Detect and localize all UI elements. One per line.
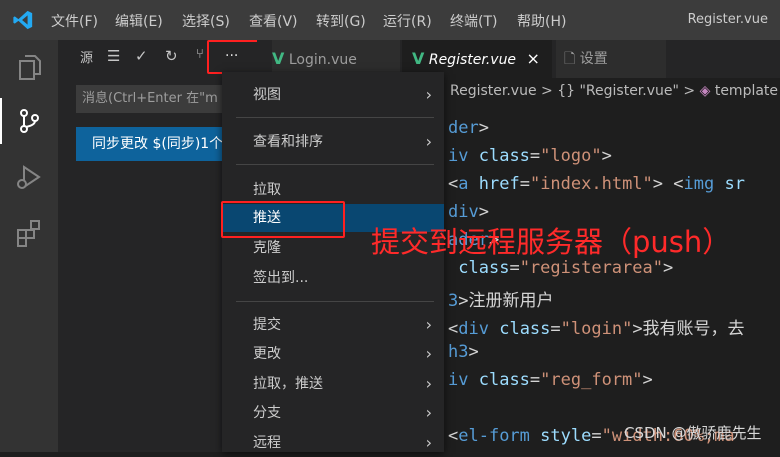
code-line: iv class="logo"> xyxy=(448,146,612,166)
menu-item-label: 拉取，推送 xyxy=(253,376,323,392)
menu-item-remote[interactable]: 远程 › xyxy=(222,429,444,457)
vue-icon: V xyxy=(272,49,285,68)
extensions-icon[interactable] xyxy=(14,218,44,248)
title-bar: 文件(F) 编辑(E) 选择(S) 查看(V) 转到(G) 运行(R) 终端(T… xyxy=(0,0,780,40)
menu-item-label: 拉取 xyxy=(253,182,281,198)
menu-item-changes[interactable]: 更改 › xyxy=(222,340,444,368)
chevron-right-icon: › xyxy=(425,85,432,104)
code-line: <a href="index.html"> <img sr xyxy=(448,174,745,194)
active-indicator xyxy=(0,98,2,144)
breadcrumb-separator: > xyxy=(541,83,553,99)
menu-item-commit[interactable]: 提交 › xyxy=(222,311,444,339)
code-line: class="registerarea"> xyxy=(458,258,674,278)
menu-terminal[interactable]: 终端(T) xyxy=(450,11,497,31)
menu-item-label: 远程 xyxy=(253,435,281,451)
window-title: Register.vue xyxy=(687,12,768,27)
menu-separator xyxy=(236,301,434,302)
menu-file[interactable]: 文件(F) xyxy=(51,11,98,31)
watermark: CSDN @傲骄鹿先生 xyxy=(624,424,762,442)
annotation-text: 提交到远程服务器（push） xyxy=(371,225,732,259)
menu-item-pull[interactable]: 拉取 xyxy=(222,176,444,204)
chevron-right-icon: › xyxy=(425,132,432,151)
menu-help[interactable]: 帮助(H) xyxy=(517,11,566,31)
tab-label: Login.vue xyxy=(288,52,357,68)
code-editor[interactable]: der> iv class="logo"> <a href="index.htm… xyxy=(444,104,780,452)
code-line: der> xyxy=(448,118,489,138)
menu-item-view-sort[interactable]: 查看和排序 › xyxy=(222,128,444,156)
view-as-tree-icon[interactable]: ☰ xyxy=(107,47,120,65)
breadcrumb-template[interactable]: template xyxy=(715,83,778,99)
source-label: 源 xyxy=(80,51,94,66)
more-actions-highlight-box xyxy=(207,40,263,74)
activity-bar xyxy=(0,40,58,452)
tab-settings[interactable]: 🗋 设置 xyxy=(556,40,666,78)
branch-sync-icon[interactable]: ⑂ xyxy=(196,47,204,62)
menu-item-label: 签出到... xyxy=(253,270,309,286)
chevron-right-icon: › xyxy=(425,344,432,363)
vscode-logo-icon xyxy=(13,10,33,30)
menu-separator xyxy=(236,164,434,165)
breadcrumb: Register.vue > {} "Register.vue" > ◈ tem… xyxy=(444,78,780,104)
source-control-icon[interactable] xyxy=(14,106,44,136)
template-icon: ◈ xyxy=(699,83,711,99)
menu-edit[interactable]: 编辑(E) xyxy=(115,11,163,31)
chevron-right-icon: › xyxy=(425,403,432,422)
code-line: h3> xyxy=(448,342,479,362)
file-icon: 🗋 xyxy=(564,51,576,67)
chevron-right-icon: › xyxy=(425,374,432,393)
menu-separator xyxy=(236,117,434,118)
explorer-icon[interactable] xyxy=(14,52,44,82)
close-icon[interactable]: × xyxy=(527,49,540,68)
menu-selection[interactable]: 选择(S) xyxy=(182,11,230,31)
menu-view[interactable]: 查看(V) xyxy=(249,11,298,31)
chevron-right-icon: › xyxy=(425,433,432,452)
vue-icon: V xyxy=(412,49,425,68)
commit-check-icon[interactable]: ✓ xyxy=(135,47,148,65)
menu-item-label: 视图 xyxy=(253,87,281,103)
menu-item-label: 查看和排序 xyxy=(253,134,323,150)
menu-item-pull-push[interactable]: 拉取，推送 › xyxy=(222,370,444,398)
menu-go[interactable]: 转到(G) xyxy=(316,11,366,31)
code-line: <div class="login">我有账号，去 xyxy=(448,319,745,339)
menu-item-label: 更改 xyxy=(253,346,281,362)
breadcrumb-file[interactable]: Register.vue xyxy=(450,83,537,99)
breadcrumb-separator: > xyxy=(683,83,696,99)
menu-run[interactable]: 运行(R) xyxy=(383,11,432,31)
tab-label: 设置 xyxy=(579,51,608,67)
menu-item-checkout[interactable]: 签出到... xyxy=(222,264,444,292)
chevron-right-icon: › xyxy=(425,315,432,334)
push-highlight-box xyxy=(221,201,345,238)
refresh-icon[interactable]: ↻ xyxy=(165,47,178,65)
code-line: 3>注册新用户 xyxy=(448,291,554,311)
menu-item-label: 分支 xyxy=(253,405,281,421)
menu-item-label: 克隆 xyxy=(253,240,281,256)
menu-item-branch[interactable]: 分支 › xyxy=(222,399,444,427)
code-line: iv class="reg_form"> xyxy=(448,370,653,390)
breadcrumb-symbol[interactable]: {} "Register.vue" xyxy=(557,83,679,99)
tab-label: Register.vue xyxy=(428,52,517,68)
menu-item-view[interactable]: 视图 › xyxy=(222,81,444,109)
run-debug-icon[interactable] xyxy=(14,162,44,192)
menu-item-label: 提交 xyxy=(253,317,281,333)
